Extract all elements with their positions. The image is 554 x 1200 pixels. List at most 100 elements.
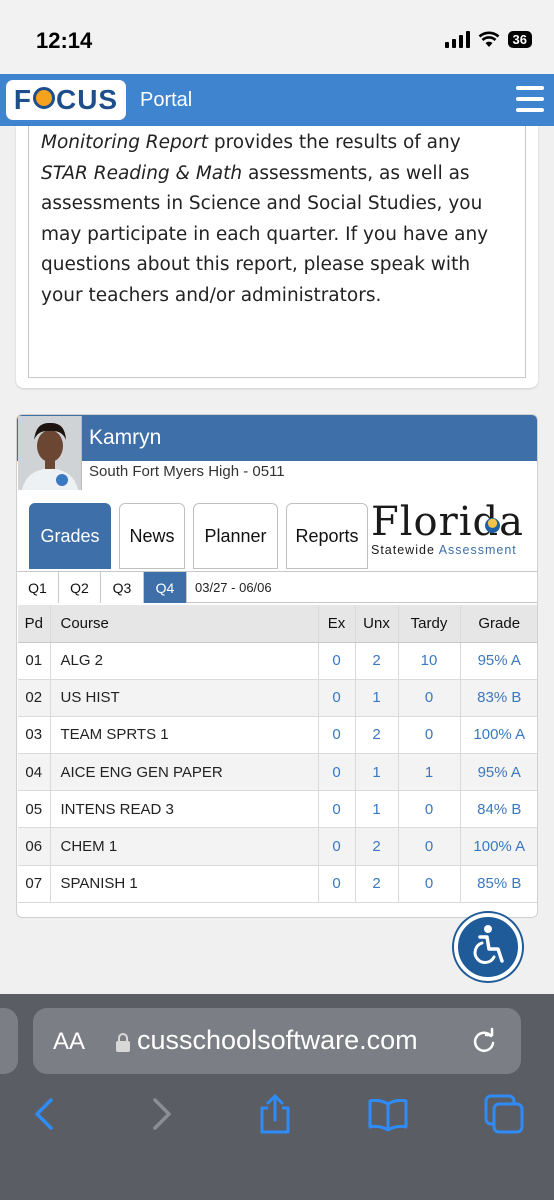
row-excused-absences[interactable]: 0 [317, 753, 355, 792]
quarter-tab-q3[interactable]: Q3 [101, 572, 144, 603]
row-course: US HIST [49, 679, 318, 717]
header-course: Course [49, 605, 318, 643]
table-row: 04 AICE ENG GEN PAPER 0 1 1 95% A [18, 753, 537, 792]
message-italic-1: Monitoring Report [41, 132, 208, 153]
tab-reports[interactable]: Reports [286, 503, 368, 569]
row-excused-absences[interactable]: 0 [317, 865, 355, 903]
tab-planner[interactable]: Planner [193, 503, 278, 569]
row-grade[interactable]: 85% B [459, 865, 537, 903]
row-course: SPANISH 1 [49, 865, 318, 903]
address-bar[interactable]: AA cusschoolsoftware.com [33, 1008, 521, 1074]
row-course: CHEM 1 [49, 827, 318, 866]
row-unexcused-absences[interactable]: 2 [354, 865, 398, 903]
message-text: Monitoring Report provides the results o… [28, 126, 526, 378]
row-tardies[interactable]: 0 [397, 790, 460, 829]
row-excused-absences[interactable]: 0 [317, 679, 355, 717]
portal-title: Portal [140, 89, 193, 111]
app-header: F CUS Portal [0, 74, 554, 126]
table-row: 05 INTENS READ 3 0 1 0 84% B [18, 790, 537, 829]
row-unexcused-absences[interactable]: 2 [354, 827, 398, 866]
tab-grades[interactable]: Grades [29, 503, 111, 569]
table-row: 03 TEAM SPRTS 1 0 2 0 100% A [18, 716, 537, 755]
tabs-icon[interactable] [484, 1094, 524, 1134]
header-unx: Unx [354, 605, 398, 643]
row-period: 01 [18, 642, 50, 680]
forward-arrow-icon[interactable] [142, 1094, 182, 1134]
message-panel: Monitoring Report provides the results o… [16, 126, 538, 388]
row-period: 03 [18, 716, 50, 755]
quarter-tab-q1[interactable]: Q1 [17, 572, 59, 603]
student-name: Kamryn [89, 426, 162, 449]
message-italic-2: STAR Reading & Math [41, 162, 243, 184]
row-period: 07 [18, 865, 50, 903]
row-grade[interactable]: 100% A [459, 827, 537, 866]
row-unexcused-absences[interactable]: 1 [354, 753, 398, 792]
student-avatar [18, 416, 82, 490]
row-course: TEAM SPRTS 1 [49, 716, 318, 755]
previous-tab-peek[interactable] [0, 1008, 18, 1074]
share-icon[interactable] [255, 1094, 295, 1134]
row-grade[interactable]: 95% A [459, 753, 537, 792]
row-excused-absences[interactable]: 0 [317, 827, 355, 866]
row-unexcused-absences[interactable]: 2 [354, 716, 398, 755]
url-text[interactable]: cusschoolsoftware.com [137, 1025, 477, 1056]
row-course: AICE ENG GEN PAPER [49, 753, 318, 792]
status-time: 12:14 [36, 28, 93, 53]
wheelchair-icon [473, 925, 504, 965]
row-tardies[interactable]: 0 [397, 827, 460, 866]
row-grade[interactable]: 95% A [459, 642, 537, 680]
row-tardies[interactable]: 0 [397, 716, 460, 755]
quarter-tab-q2[interactable]: Q2 [59, 572, 101, 603]
accessibility-button[interactable] [454, 913, 522, 981]
reader-settings-button[interactable]: AA [53, 1028, 85, 1056]
focus-logo-o-icon [32, 87, 55, 109]
quarter-selector: Q1 Q2 Q3 Q4 03/27 - 06/06 [17, 571, 537, 603]
row-tardies[interactable]: 10 [397, 642, 460, 680]
table-header-row: Pd Course Ex Unx Tardy Grade [18, 605, 537, 643]
quarter-date-range: 03/27 - 06/06 [195, 580, 272, 595]
row-grade[interactable]: 84% B [459, 790, 537, 829]
header-tardy: Tardy [397, 605, 460, 643]
florida-statewide-assessment-logo: Florida Statewide Assessment [371, 499, 524, 557]
row-excused-absences[interactable]: 0 [317, 716, 355, 755]
row-tardies[interactable]: 0 [397, 679, 460, 717]
header-ex: Ex [317, 605, 355, 643]
wifi-icon [478, 31, 499, 47]
status-icons: 36 [444, 30, 532, 48]
student-card: Kamryn South Fort Myers High - 0511 Grad… [16, 414, 538, 918]
header-grade: Grade [459, 605, 537, 643]
bookmarks-icon[interactable] [368, 1094, 408, 1134]
battery-icon: 36 [507, 30, 532, 48]
row-course: ALG 2 [49, 642, 318, 680]
row-grade[interactable]: 83% B [459, 679, 537, 717]
table-row: 07 SPANISH 1 0 2 0 85% B [18, 865, 537, 903]
focus-logo[interactable]: F CUS [6, 80, 126, 120]
status-bar: 12:14 36 [0, 0, 554, 74]
row-period: 04 [18, 753, 50, 792]
row-course: INTENS READ 3 [49, 790, 318, 829]
table-row: 02 US HIST 0 1 0 83% B [18, 679, 537, 717]
cellular-signal-icon [444, 30, 470, 48]
reload-icon[interactable] [469, 1026, 499, 1056]
row-unexcused-absences[interactable]: 1 [354, 790, 398, 829]
row-tardies[interactable]: 1 [397, 753, 460, 792]
row-unexcused-absences[interactable]: 2 [354, 642, 398, 680]
student-school: South Fort Myers High - 0511 [89, 463, 285, 480]
header-pd: Pd [18, 605, 50, 643]
tab-news[interactable]: News [119, 503, 185, 569]
table-row: 01 ALG 2 0 2 10 95% A [18, 642, 537, 680]
grades-table: Pd Course Ex Unx Tardy Grade 01 ALG 2 0 … [18, 605, 537, 903]
hamburger-menu-icon[interactable] [516, 86, 544, 112]
row-tardies[interactable]: 0 [397, 865, 460, 903]
row-period: 05 [18, 790, 50, 829]
back-arrow-icon[interactable] [24, 1094, 64, 1134]
row-excused-absences[interactable]: 0 [317, 642, 355, 680]
row-excused-absences[interactable]: 0 [317, 790, 355, 829]
row-period: 06 [18, 827, 50, 866]
row-period: 02 [18, 679, 50, 717]
florida-orb-icon [485, 518, 500, 533]
row-grade[interactable]: 100% A [459, 716, 537, 755]
browser-bottom-bar: AA cusschoolsoftware.com [0, 994, 554, 1200]
quarter-tab-q4[interactable]: Q4 [144, 572, 187, 603]
row-unexcused-absences[interactable]: 1 [354, 679, 398, 717]
